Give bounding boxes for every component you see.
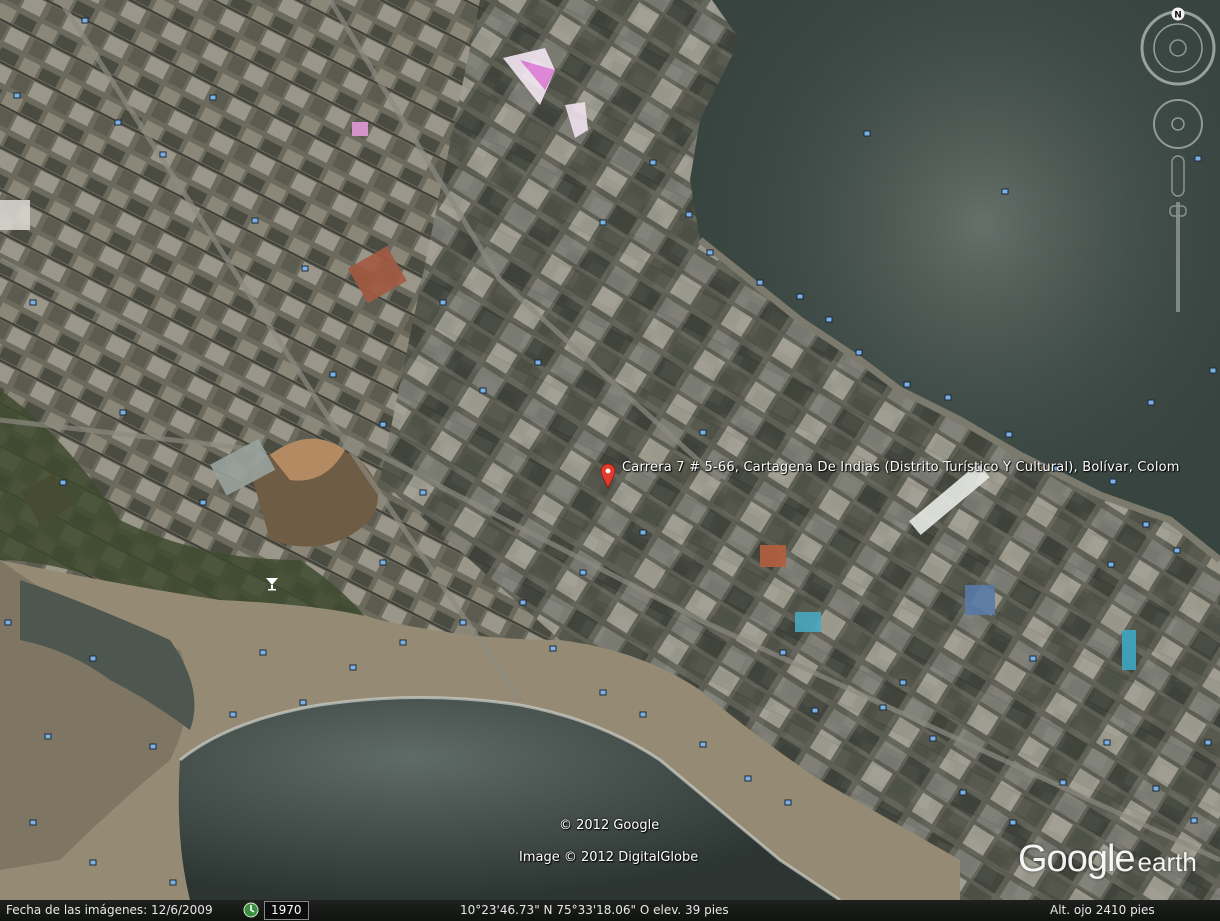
eye-altitude: Alt. ojo 2410 pies bbox=[1050, 903, 1155, 917]
google-earth-logo: Google earth bbox=[1018, 838, 1218, 888]
google-earth-viewport[interactable]: N Carrera 7 # 5-66, Cartagena De Indias … bbox=[0, 0, 1220, 921]
move-joystick-icon[interactable] bbox=[1153, 99, 1203, 149]
look-joystick-icon[interactable] bbox=[1169, 39, 1187, 57]
satellite-map[interactable] bbox=[0, 0, 1220, 900]
placemark-label[interactable]: Carrera 7 # 5-66, Cartagena De Indias (D… bbox=[622, 460, 1180, 475]
imagery-date: Fecha de las imágenes: 12/6/2009 bbox=[6, 903, 213, 917]
logo-google-text: Google bbox=[1018, 838, 1136, 880]
compass-north-badge[interactable]: N bbox=[1171, 7, 1185, 21]
navigation-controls[interactable]: N bbox=[1136, 6, 1220, 336]
copyright-imagery: Image © 2012 DigitalGlobe bbox=[519, 850, 699, 865]
logo-earth-text: earth bbox=[1137, 847, 1197, 877]
zoom-slider-icon[interactable] bbox=[1169, 155, 1187, 312]
historical-imagery-icon[interactable] bbox=[243, 902, 259, 918]
compass-north-label: N bbox=[1174, 11, 1182, 21]
copyright-google: © 2012 Google bbox=[559, 818, 660, 833]
pointer-coordinates: 10°23'46.73" N 75°33'18.06" O elev. 39 p… bbox=[460, 903, 729, 917]
historical-year-field[interactable]: 1970 bbox=[264, 901, 309, 920]
status-bar: Fecha de las imágenes: 12/6/2009 1970 10… bbox=[0, 900, 1220, 921]
compass-ring-icon[interactable] bbox=[1140, 10, 1216, 86]
